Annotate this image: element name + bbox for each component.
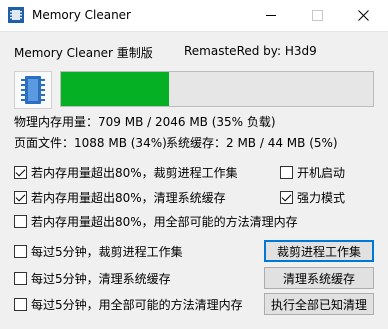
checkbox-trim-5min[interactable] — [14, 244, 27, 258]
label-all-over80: 若内存用量超出80%，用全部可能的方法清理内存 — [31, 214, 298, 229]
label-autostart: 开机启动 — [297, 165, 346, 180]
option-clean-cache-over80[interactable]: 若内存用量超出80%，清理系统缓存 — [14, 189, 226, 205]
minimize-button[interactable] — [248, 0, 294, 31]
option-all-5min[interactable]: 每过5分钟，用全部可能的方法清理内存 — [14, 296, 243, 312]
checkbox-clean-cache-over80[interactable] — [14, 190, 27, 204]
label-all-5min: 每过5分钟，用全部可能的方法清理内存 — [31, 297, 243, 312]
ram-chip-icon — [21, 76, 45, 104]
app-name-label: Memory Cleaner 重制版 — [14, 46, 153, 60]
option-autostart[interactable]: 开机启动 — [280, 164, 345, 180]
window-title: Memory Cleaner — [32, 8, 131, 22]
minimize-icon — [266, 15, 276, 16]
physical-memory-line: 物理内存用量：709 MB / 2046 MB (35% 负载) — [14, 115, 276, 129]
checkbox-clean-cache-5min[interactable] — [14, 271, 27, 285]
page-file-line: 页面文件：1088 MB (34%) — [14, 136, 167, 150]
label-trim-over80: 若内存用量超出80%，裁剪进程工作集 — [31, 165, 238, 180]
checkbox-all-over80[interactable] — [14, 214, 27, 228]
label-force-mode: 强力模式 — [297, 190, 346, 205]
label-clean-cache-5min: 每过5分钟，清理系统缓存 — [31, 271, 171, 286]
memory-chip-icon — [8, 7, 24, 23]
checkbox-force-mode[interactable] — [280, 190, 293, 204]
system-cache-line: 系统缓存：2 MB / 44 MB (5%) — [166, 136, 338, 150]
memory-usage-progress — [60, 71, 374, 107]
clean-system-cache-button[interactable]: 清理系统缓存 — [264, 267, 374, 289]
checkbox-all-5min[interactable] — [14, 297, 27, 311]
maximize-icon — [311, 10, 323, 21]
option-trim-5min[interactable]: 每过5分钟，裁剪进程工作集 — [14, 243, 183, 259]
option-force-mode[interactable]: 强力模式 — [280, 189, 345, 205]
label-trim-5min: 每过5分钟，裁剪进程工作集 — [31, 244, 183, 259]
credit-label: RemasteRed by: H3d9 — [184, 44, 317, 58]
maximize-button[interactable] — [294, 0, 340, 31]
clean-all-button[interactable]: 执行全部已知清理 — [264, 293, 374, 315]
checkbox-autostart[interactable] — [280, 165, 293, 179]
title-bar: Memory Cleaner — [0, 0, 388, 32]
checkbox-trim-over80[interactable] — [14, 165, 27, 179]
memory-icon-box — [14, 71, 52, 109]
option-clean-cache-5min[interactable]: 每过5分钟，清理系统缓存 — [14, 270, 171, 286]
label-clean-cache-over80: 若内存用量超出80%，清理系统缓存 — [31, 190, 226, 205]
option-trim-over80[interactable]: 若内存用量超出80%，裁剪进程工作集 — [14, 164, 238, 180]
close-button[interactable] — [340, 0, 386, 31]
memory-usage-fill — [61, 72, 170, 106]
trim-working-set-button[interactable]: 裁剪进程工作集 — [264, 240, 374, 262]
option-all-over80[interactable]: 若内存用量超出80%，用全部可能的方法清理内存 — [14, 213, 298, 229]
close-icon — [357, 10, 369, 21]
